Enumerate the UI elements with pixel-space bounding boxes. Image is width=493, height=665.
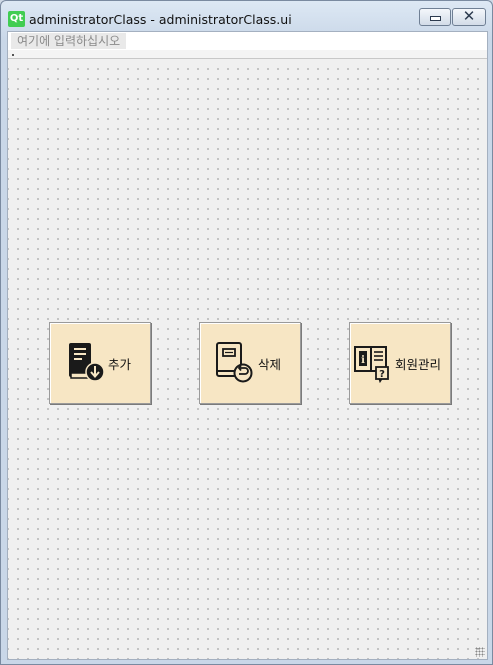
- member-management-label: 회원관리: [395, 357, 442, 372]
- book-download-icon: [69, 343, 105, 382]
- close-button[interactable]: ✕: [452, 7, 486, 26]
- book-return-icon: [216, 342, 253, 383]
- resize-grip[interactable]: [475, 647, 485, 657]
- delete-button-label: 삭제: [258, 357, 282, 372]
- design-canvas[interactable]: 추가 삭제 i ? 회원관리: [8, 60, 487, 659]
- toolbar-marker: [12, 54, 14, 56]
- member-management-button[interactable]: i ? 회원관리: [349, 322, 451, 404]
- svg-text:?: ?: [379, 369, 385, 380]
- form-client-area: 여기에 입력하십시오 추가 삭제 i ? 회원관리: [7, 31, 488, 660]
- title-bar[interactable]: Qt administratorClass - administratorCla…: [1, 1, 492, 31]
- add-button-label: 추가: [108, 357, 132, 372]
- book-info-question-icon: i ?: [354, 346, 389, 383]
- menu-placeholder-item[interactable]: 여기에 입력하십시오: [11, 33, 127, 49]
- minimize-icon: [430, 16, 441, 21]
- toolbar-area: [8, 50, 487, 59]
- menu-bar: 여기에 입력하십시오: [8, 32, 487, 50]
- designer-window: Qt administratorClass - administratorCla…: [0, 0, 493, 665]
- minimize-button[interactable]: [419, 8, 451, 26]
- qt-logo-icon: Qt: [8, 11, 25, 27]
- delete-button[interactable]: 삭제: [199, 322, 301, 404]
- add-button[interactable]: 추가: [49, 322, 151, 404]
- svg-text:i: i: [361, 355, 365, 366]
- window-title: administratorClass - administratorClass.…: [29, 12, 292, 27]
- close-icon: ✕: [462, 7, 476, 25]
